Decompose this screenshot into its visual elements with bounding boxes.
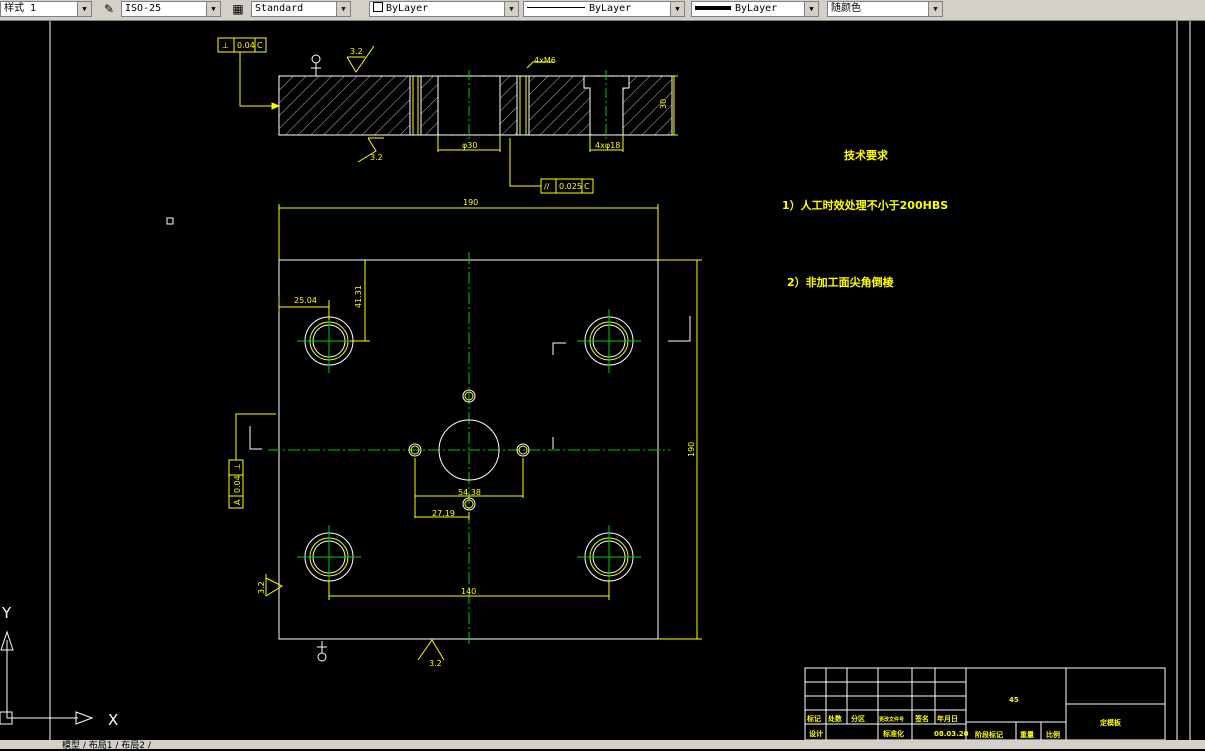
roughness-symbol-left (265, 577, 284, 597)
gdt-parallel-symbol: // (544, 182, 550, 191)
gdt-top-tol: 0.04 (237, 41, 255, 50)
tb-label-sign: 签名 (914, 714, 929, 723)
dim-phi30-label: φ30 (462, 141, 477, 150)
ucs-x-label: X (108, 711, 118, 729)
dim-140: 140 (461, 587, 476, 596)
chevron-down-icon[interactable]: ▼ (336, 2, 350, 16)
title-block-text: 标记 处数 分区 更改文件号 签名 年月日 设计 标准化 08.03.20 45… (806, 696, 1122, 739)
dim-25-04: 25.04 (294, 296, 317, 305)
gdt-parallel-datum: C (584, 182, 590, 191)
gdt-side-tol: 0.04 (233, 475, 242, 493)
color-value: ByLayer (386, 3, 429, 14)
dim-190-top: 190 (463, 198, 478, 207)
tb-material: 45 (1009, 696, 1019, 704)
roughness-plan-bottom-label: 3.2 (429, 659, 442, 668)
chevron-down-icon[interactable]: ▼ (804, 2, 818, 16)
dim-27-19: 27.19 (432, 509, 455, 518)
gdt-top-symbol: ⊥ (222, 41, 229, 50)
dim-54-38: 54.38 (458, 488, 481, 497)
text-style-value: 样式 1 (4, 3, 37, 14)
linetype-preview (527, 7, 585, 8)
layout-tabs-bar: 模型 / 布局1 / 布局2 / (0, 738, 1205, 751)
tb-label-design: 设计 (809, 729, 823, 738)
chevron-down-icon[interactable]: ▼ (77, 2, 91, 16)
lineweight-value: ByLayer (735, 3, 778, 14)
tb-date-value: 08.03.20 (934, 730, 969, 738)
table-style-combo[interactable]: Standard ▼ (251, 1, 351, 17)
pickbox (166, 217, 174, 225)
lineweight-combo[interactable]: ByLayer ▼ (691, 1, 819, 17)
notes-item-1: 1）人工时效处理不小于200HBS (782, 198, 948, 212)
layout-tabs[interactable]: 模型 / 布局1 / 布局2 / (62, 738, 151, 751)
dim-style-value: ISO-25 (125, 3, 162, 14)
ucs-y-label: Y (1, 604, 12, 622)
chevron-down-icon[interactable]: ▼ (670, 2, 684, 16)
chevron-down-icon[interactable]: ▼ (928, 2, 942, 16)
tb-part-name: 定模板 (1100, 718, 1122, 727)
plot-style-combo[interactable]: 随颜色 ▼ (827, 1, 943, 17)
dim-style-combo[interactable]: ISO-25 ▼ (121, 1, 221, 17)
notes-item-2: 2）非加工面尖角倒棱 (787, 275, 895, 289)
dim-style-icon[interactable]: ✎ (100, 1, 118, 17)
notes-title: 技术要求 (844, 148, 889, 162)
tb-weight: 重量 (1020, 730, 1034, 739)
plot-style-value: 随颜色 (831, 3, 861, 14)
tb-label-zone: 分区 (851, 714, 865, 723)
chevron-down-icon[interactable]: ▼ (504, 2, 518, 16)
section-view (278, 70, 673, 142)
plan-dimension-labels: 190 190 25.04 41.31 54.38 27.19 140 ⊥ 0.… (233, 198, 696, 668)
gdt-parallel-tol: 0.025 (559, 182, 582, 191)
gdt-side-datum: A (233, 499, 242, 505)
linetype-value: ByLayer (589, 3, 632, 14)
properties-toolbar: 样式 1 ▼ ✎ ISO-25 ▼ ▦ Standard ▼ ByLayer ▼… (0, 0, 1205, 21)
lineweight-preview (695, 6, 731, 10)
hole-note-bottom: 4xφ18 (595, 141, 620, 150)
gdt-side-symbol: ⊥ (233, 463, 242, 470)
roughness-bottom-label: 3.2 (370, 153, 383, 162)
color-combo[interactable]: ByLayer ▼ (369, 1, 519, 17)
dim-30-label: 30 (659, 99, 668, 109)
dim-190-right: 190 (687, 442, 696, 457)
tb-stage: 阶段标记 (975, 730, 1003, 739)
tb-label-count: 处数 (827, 714, 843, 723)
hole-note-top: 4xM6 (534, 56, 556, 65)
roughness-symbol-plan-bottom (417, 639, 445, 661)
dim-41-31: 41.31 (354, 285, 363, 308)
tb-label-mark: 标记 (806, 714, 821, 723)
table-style-value: Standard (255, 3, 304, 14)
gdt-top-datum: C (257, 41, 263, 50)
technical-notes: 技术要求 1）人工时效处理不小于200HBS 2）非加工面尖角倒棱 (782, 148, 948, 289)
roughness-left-label: 3.2 (257, 581, 266, 594)
title-block (804, 667, 1166, 740)
chevron-down-icon[interactable]: ▼ (206, 2, 220, 16)
text-style-combo[interactable]: 样式 1 ▼ (0, 1, 92, 17)
tb-label-standard: 标准化 (882, 729, 904, 738)
tb-label-date: 年月日 (937, 714, 958, 723)
ucs-icon (0, 630, 94, 725)
table-style-icon[interactable]: ▦ (229, 1, 247, 17)
left-bolt-void (410, 77, 421, 134)
tb-label-change-doc: 更改文件号 (879, 716, 904, 723)
color-swatch (373, 2, 383, 12)
linetype-combo[interactable]: ByLayer ▼ (523, 1, 685, 17)
roughness-top-label: 3.2 (350, 47, 363, 56)
drawing-canvas[interactable]: ⊥ 0.04 C 3.2 3.2 4xM6 30 φ30 4xφ18 // 0.… (0, 21, 1205, 740)
right-bolt-void (517, 77, 529, 134)
tb-scale: 比例 (1046, 730, 1060, 739)
